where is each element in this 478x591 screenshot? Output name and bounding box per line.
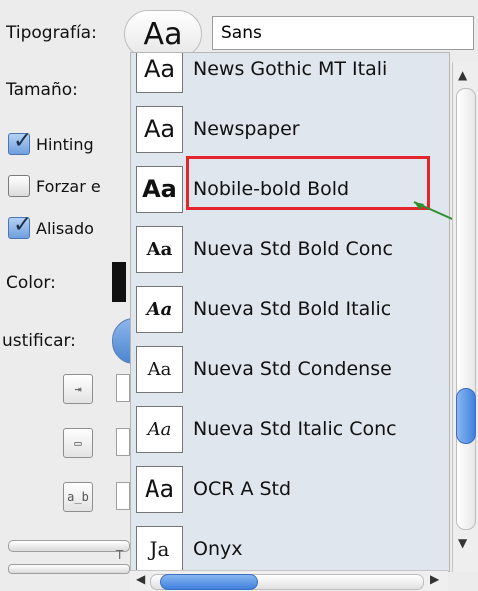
hinting-checkbox[interactable]: ✓ xyxy=(8,128,32,155)
vertical-scroll-thumb[interactable] xyxy=(456,388,476,444)
font-list-item[interactable]: Aa Nueva Std Italic Conc xyxy=(131,399,449,459)
slider-track[interactable] xyxy=(8,540,130,552)
font-name: News Gothic MT Itali xyxy=(193,58,388,80)
font-thumbnail: Aa xyxy=(136,345,183,393)
slider-track-secondary[interactable] xyxy=(8,564,130,574)
font-list-item[interactable]: Aa Nueva Std Bold Conc xyxy=(131,219,449,279)
font-name: Nueva Std Bold Italic xyxy=(193,298,392,320)
color-label: Color: xyxy=(6,273,56,293)
font-list: Aa News Gothic MT Itali Aa Newspaper Aa … xyxy=(131,53,449,571)
arrow-right-icon[interactable]: ▶ xyxy=(430,572,439,586)
font-name: Nueva Std Condense xyxy=(193,358,392,380)
vertical-scroll-track[interactable] xyxy=(456,88,476,530)
font-thumbnail: Aa xyxy=(136,225,183,273)
horizontal-scroll-thumb[interactable] xyxy=(160,574,258,590)
font-list-item[interactable]: Aa OCR A Std xyxy=(131,459,449,519)
font-preview-button[interactable]: Aa xyxy=(124,10,202,58)
antialias-label: Alisado xyxy=(36,218,94,238)
force-autohint-checkbox[interactable] xyxy=(8,175,30,197)
force-autohint-label: Forzar e xyxy=(36,176,101,196)
font-thumbnail: Aa xyxy=(136,285,183,333)
font-list-item[interactable]: Aa Nueva Std Condense xyxy=(131,339,449,399)
font-thumbnail: Aa xyxy=(136,165,183,213)
font-thumbnail: Ja xyxy=(136,525,183,571)
size-label: Tamaño: xyxy=(6,80,78,100)
letter-spacing-field[interactable] xyxy=(116,482,130,510)
font-name: Onyx xyxy=(193,538,243,560)
checkmark-icon: ✓ xyxy=(13,212,33,238)
font-list-item[interactable]: Ja Onyx xyxy=(131,519,449,571)
slider-marker: T xyxy=(116,548,124,562)
letter-spacing-icon: a_b xyxy=(63,482,93,512)
font-thumbnail: Aa xyxy=(136,53,183,93)
font-thumbnail: Aa xyxy=(136,105,183,153)
selected-font-highlight xyxy=(186,156,430,210)
indent-field[interactable] xyxy=(116,374,130,402)
font-preview-sample: Aa xyxy=(143,16,183,52)
font-name: OCR A Std xyxy=(193,478,292,500)
hinting-label: Hinting xyxy=(36,134,94,154)
checkmark-icon: ✓ xyxy=(13,128,33,154)
color-swatch-button[interactable] xyxy=(112,262,126,302)
font-list-item[interactable]: Aa Newspaper xyxy=(131,99,449,159)
box-icon: ▭ xyxy=(63,428,93,458)
justify-label: ustificar: xyxy=(2,331,76,351)
hinting-checkbox-row[interactable]: ✓ Hinting xyxy=(8,128,94,158)
font-name: Nueva Std Italic Conc xyxy=(193,418,397,440)
font-list-item[interactable]: Aa Nueva Std Bold Italic xyxy=(131,279,449,339)
arrow-down-icon[interactable]: ▼ xyxy=(458,536,467,550)
font-thumbnail: Aa xyxy=(136,465,183,513)
font-name: Newspaper xyxy=(193,118,300,140)
box-field[interactable] xyxy=(116,428,130,456)
arrow-up-icon[interactable]: ▲ xyxy=(458,68,467,82)
font-name-input[interactable] xyxy=(212,16,474,50)
font-dropdown[interactable]: Aa News Gothic MT Itali Aa Newspaper Aa … xyxy=(130,52,450,572)
force-autohint-checkbox-row[interactable]: Forzar e xyxy=(8,172,101,200)
arrow-left-icon[interactable]: ◀ xyxy=(136,572,145,586)
font-list-item[interactable]: Aa News Gothic MT Itali xyxy=(131,53,449,99)
indent-icon: ⇥ xyxy=(63,374,93,404)
antialias-checkbox[interactable]: ✓ xyxy=(8,212,32,239)
antialias-checkbox-row[interactable]: ✓ Alisado xyxy=(8,212,94,242)
font-name: Nueva Std Bold Conc xyxy=(193,238,393,260)
typography-label: Tipografía: xyxy=(6,23,97,43)
font-thumbnail: Aa xyxy=(136,405,183,453)
